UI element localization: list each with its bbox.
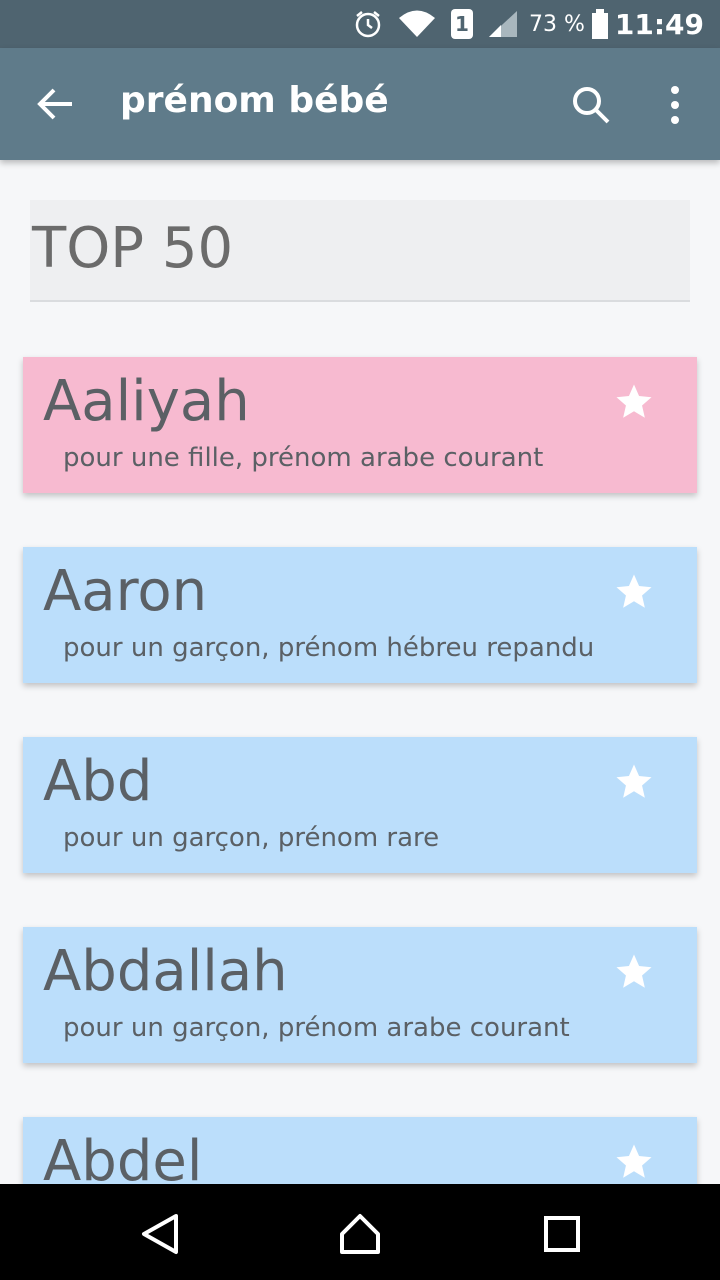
name-card[interactable]: Aaliyah pour une fille, prénom arabe cou… bbox=[23, 357, 697, 493]
name-card[interactable]: Aaron pour un garçon, prénom hébreu repa… bbox=[23, 547, 697, 683]
name-label: Abdel bbox=[43, 1129, 203, 1184]
battery-percent: 73 % bbox=[528, 11, 585, 37]
name-card[interactable]: Abdallah pour un garçon, prénom arabe co… bbox=[23, 927, 697, 1063]
alarm-icon bbox=[353, 9, 383, 39]
name-card[interactable]: Abdel bbox=[23, 1117, 697, 1184]
search-icon[interactable] bbox=[570, 84, 612, 126]
name-label: Abdallah bbox=[43, 939, 288, 1004]
name-description: pour un garçon, prénom arabe courant bbox=[63, 1013, 570, 1043]
section-header: TOP 50 bbox=[30, 200, 690, 302]
name-card[interactable]: Abd pour un garçon, prénom rare bbox=[23, 737, 697, 873]
name-label: Abd bbox=[43, 749, 153, 814]
status-bar: 1 73 % 11:49 bbox=[0, 0, 720, 48]
clock: 11:49 bbox=[614, 7, 704, 41]
star-icon[interactable] bbox=[613, 381, 655, 423]
app-bar: prénom bébé bbox=[0, 48, 720, 160]
name-description: pour une fille, prénom arabe courant bbox=[63, 443, 544, 473]
recents-icon[interactable] bbox=[540, 1212, 584, 1256]
name-list[interactable]: TOP 50 Aaliyah pour une fille, prénom ar… bbox=[0, 160, 720, 1184]
star-icon[interactable] bbox=[613, 1141, 655, 1183]
name-label: Aaliyah bbox=[43, 369, 250, 434]
wifi-icon bbox=[397, 9, 437, 39]
name-label: Aaron bbox=[43, 559, 208, 624]
section-title: TOP 50 bbox=[32, 216, 234, 281]
sim-slot-badge: 1 bbox=[450, 9, 473, 39]
name-description: pour un garçon, prénom hébreu repandu bbox=[63, 633, 595, 663]
star-icon[interactable] bbox=[613, 951, 655, 993]
app-title: prénom bébé bbox=[120, 80, 389, 121]
sim-icon: 1 bbox=[450, 9, 473, 39]
star-icon[interactable] bbox=[613, 761, 655, 803]
back-triangle-icon[interactable] bbox=[138, 1212, 182, 1256]
star-icon[interactable] bbox=[613, 571, 655, 613]
home-icon[interactable] bbox=[338, 1212, 382, 1256]
navigation-bar bbox=[0, 1184, 720, 1280]
back-arrow-icon[interactable] bbox=[36, 84, 76, 124]
signal-icon bbox=[487, 9, 519, 39]
battery-icon bbox=[591, 9, 609, 39]
name-description: pour un garçon, prénom rare bbox=[63, 823, 440, 853]
more-vert-icon[interactable] bbox=[660, 84, 690, 126]
